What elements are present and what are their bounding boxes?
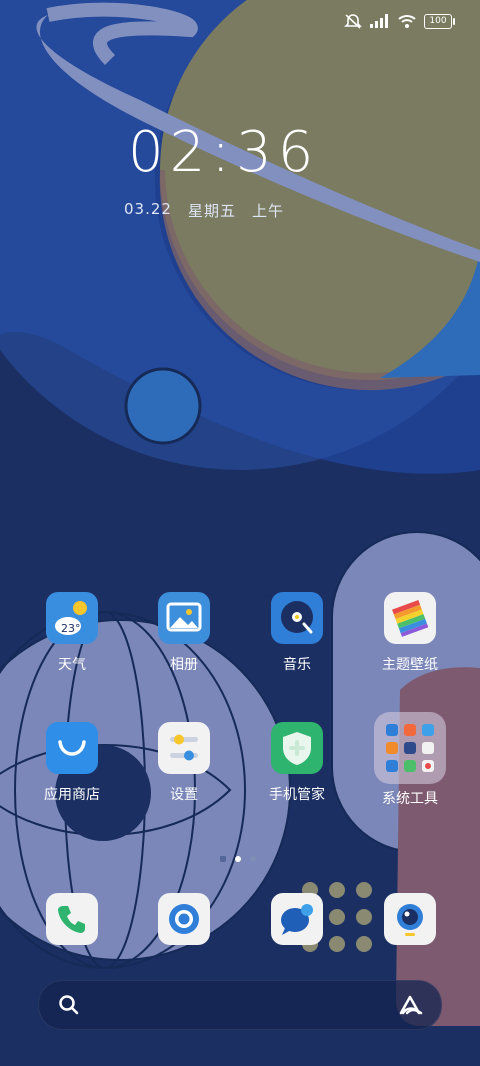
browser-icon — [158, 893, 210, 945]
app-label: 天气 — [58, 657, 86, 673]
app-gallery[interactable]: 相册 — [134, 592, 234, 674]
dock-phone[interactable] — [22, 893, 122, 945]
app-store-icon — [46, 722, 98, 774]
messages-icon — [271, 893, 323, 945]
search-bar[interactable] — [38, 980, 442, 1030]
dock-messages[interactable] — [247, 893, 347, 945]
dock-browser[interactable] — [134, 893, 234, 945]
camera-icon — [384, 893, 436, 945]
dock-camera[interactable] — [360, 893, 460, 945]
period-text: 上午 — [251, 202, 284, 220]
page-dot[interactable] — [250, 856, 256, 862]
app-music[interactable]: 音乐 — [247, 592, 347, 674]
app-label: 相册 — [170, 657, 198, 673]
phone-manager-icon — [271, 722, 323, 774]
app-phone-manager[interactable]: 手机管家 — [247, 722, 347, 804]
weather-temp: 23° — [61, 622, 81, 635]
gallery-icon — [158, 592, 210, 644]
folder-system-tools[interactable]: 系统工具 — [360, 712, 460, 808]
mute-icon — [344, 13, 362, 29]
app-label: 设置 — [170, 787, 198, 803]
phone-icon — [46, 893, 98, 945]
date-text: 03.22 — [124, 200, 172, 218]
breeno-assistant-icon[interactable] — [397, 993, 425, 1021]
battery-icon: 100 — [424, 13, 455, 29]
page-list-icon[interactable] — [220, 856, 226, 862]
clock-date: 03.22 星期五 上午 — [124, 200, 284, 221]
app-label: 主题壁纸 — [382, 657, 438, 673]
app-label: 手机管家 — [269, 787, 325, 803]
music-icon — [271, 592, 323, 644]
app-weather[interactable]: 23° 天气 — [22, 592, 122, 674]
theme-icon — [384, 592, 436, 644]
app-label: 系统工具 — [382, 791, 438, 807]
app-theme[interactable]: 主题壁纸 — [360, 592, 460, 674]
weather-icon: 23° — [46, 592, 98, 644]
weekday-text: 星期五 — [187, 202, 236, 220]
app-store[interactable]: 应用商店 — [22, 722, 122, 804]
page-dot-active[interactable] — [235, 856, 241, 862]
signal-icon — [370, 14, 390, 28]
search-icon[interactable] — [57, 993, 81, 1021]
clock-time[interactable]: 02:36 — [128, 120, 319, 185]
system-tools-folder-icon — [374, 712, 446, 784]
page-indicator — [220, 856, 256, 862]
app-label: 音乐 — [283, 657, 311, 673]
status-bar: 100 — [344, 10, 455, 32]
app-label: 应用商店 — [44, 787, 100, 803]
settings-icon — [158, 722, 210, 774]
wifi-icon — [398, 14, 416, 28]
app-settings[interactable]: 设置 — [134, 722, 234, 804]
